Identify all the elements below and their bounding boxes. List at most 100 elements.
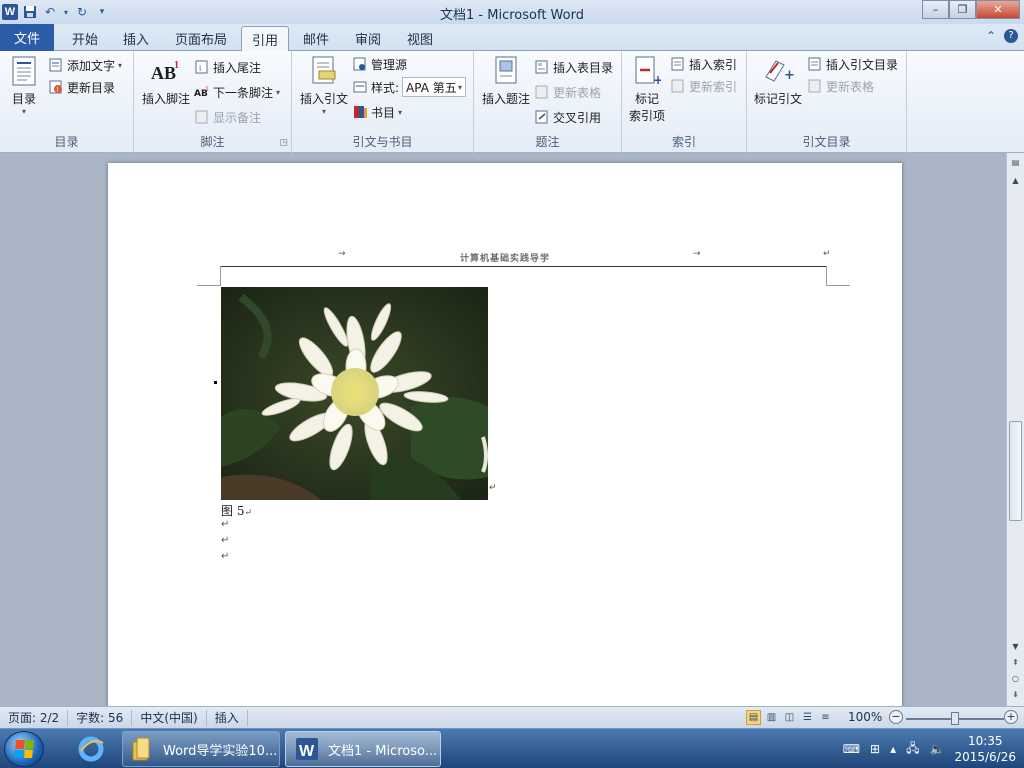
update-toa-button[interactable]: 更新表格 [807,76,874,96]
insert-footnote-button[interactable]: AB 1 插入脚注 [140,55,192,107]
svg-text:!: ! [56,86,59,94]
ruler-toggle-icon[interactable]: ▤ [1009,155,1022,169]
undo-dropdown-icon[interactable]: ▾ [62,4,70,20]
close-button[interactable]: ✕ [976,0,1020,19]
update-index-icon [670,78,686,94]
tab-view[interactable]: 视图 [397,26,443,51]
word-app-icon[interactable]: W [2,4,18,20]
show-notes-button[interactable]: 显示备注 [194,107,261,127]
next-footnote-button[interactable]: AB 1 下一条脚注 ▾ [194,82,280,102]
cross-reference-button[interactable]: 交叉引用 [534,107,601,127]
insert-caption-label: 插入题注 [481,92,530,106]
ime-icon[interactable]: ⊞ [870,742,880,756]
clock-date: 2015/6/26 [954,750,1016,764]
word-count[interactable]: 字数: 56 [68,709,133,726]
style-combo[interactable]: APA 第五 ▾ [402,77,467,97]
tab-page-layout[interactable]: 页面布局 [164,26,238,51]
web-layout-icon[interactable]: ◫ [782,710,797,725]
outline-view-icon[interactable]: ☰ [800,710,815,725]
clock[interactable]: 10:35 2015/6/26 [954,733,1016,765]
insert-index-icon [670,56,686,72]
zoom-level[interactable]: 100% [848,710,882,724]
add-text-icon [48,57,64,73]
insert-citation-button[interactable]: 插入引文 ▾ [298,55,350,116]
tab-references[interactable]: 引用 [241,26,289,52]
start-button[interactable] [4,731,44,767]
update-toc-icon: ! [48,79,64,95]
style-selector[interactable]: 样式: APA 第五 ▾ [352,77,467,97]
bibliography-button[interactable]: 书目 ▾ [352,102,402,122]
tab-file[interactable]: 文件 [0,24,54,51]
draft-view-icon[interactable]: ≡ [818,710,833,725]
keyboard-icon[interactable]: ⌨ [843,742,860,756]
mark-citation-button[interactable]: + 标记引文 [752,55,804,107]
save-icon[interactable] [22,4,38,20]
mark-entry-button[interactable]: + 标记 索引项 [626,55,668,124]
update-index-label: 更新索引 [689,79,738,94]
show-hidden-icons-icon[interactable]: ▴ [890,742,896,756]
taskbar-item-label: Word导学实验10... [163,743,278,759]
minimize-button[interactable]: – [922,0,949,19]
clock-time: 10:35 [967,734,1003,748]
update-table-button[interactable]: 更新表格 [534,82,601,102]
tab-home[interactable]: 开始 [60,26,110,51]
tab-insert[interactable]: 插入 [113,26,159,51]
redo-icon[interactable]: ↻ [74,4,90,20]
help-icon[interactable]: ? [1004,29,1018,43]
page-header-text[interactable]: 计算机基础实践导学 [108,251,902,264]
network-icon[interactable]: 🖧 [906,739,919,760]
taskbar-item-document1[interactable]: W 文档1 - Microso... [285,731,441,767]
update-table-icon [534,84,550,100]
insert-endnote-button[interactable]: i 插入尾注 [194,57,261,77]
taskbar-item-word-guide[interactable]: Word导学实验10... [122,731,280,767]
footnote-icon: AB 1 [150,55,182,87]
zoom-slider-thumb[interactable] [951,712,959,725]
insert-index-button[interactable]: 插入索引 [670,54,737,74]
next-page-icon[interactable]: ⇟ [1009,687,1022,701]
scroll-up-icon[interactable]: ▲ [1009,173,1022,187]
print-layout-view-icon[interactable]: ▤ [746,710,761,725]
scroll-down-icon[interactable]: ▼ [1009,639,1022,653]
bibliography-icon [352,104,368,120]
chrysanthemum-photo[interactable] [221,287,488,500]
undo-icon[interactable]: ↶ [42,4,58,20]
insert-caption-button[interactable]: 插入题注 [480,55,532,107]
ribbon-tabs: 文件 开始 插入 页面布局 引用 邮件 审阅 视图 ⌃ ? [0,24,1024,52]
full-screen-reading-icon[interactable]: ▥ [764,710,779,725]
update-index-button[interactable]: 更新索引 [670,76,737,96]
document-page[interactable]: → 计算机基础实践导学 → ↵ ↵ 图 5↵ ↵ ↵ ↵ [108,163,902,706]
insert-table-of-figures-button[interactable]: 插入表目录 [534,57,613,77]
add-text-button[interactable]: 添加文字 ▾ [48,55,122,75]
zoom-out-icon[interactable]: − [889,710,903,724]
mark-entry-label-1: 标记 [634,92,659,106]
customize-qat-icon[interactable]: ▾ [94,4,110,20]
group-index-label: 索引 [671,135,696,149]
page-count[interactable]: 页面: 2/2 [0,709,69,726]
select-browse-object-icon[interactable]: ○ [1009,671,1022,685]
toc-button[interactable]: 目录 ▾ [8,55,40,116]
collapse-ribbon-icon[interactable]: ⌃ [986,29,996,43]
previous-page-icon[interactable]: ⇞ [1009,655,1022,669]
update-toc-button[interactable]: ! 更新目录 [48,77,115,97]
header-corner-right [826,266,850,286]
maximize-button[interactable]: ❐ [949,0,976,19]
tab-review[interactable]: 审阅 [345,26,391,51]
scrollbar-thumb[interactable] [1009,421,1022,521]
svg-text:W: W [299,743,315,760]
vertical-scrollbar[interactable]: ▤ ▲ ▼ ⇞ ○ ⇟ [1006,153,1024,706]
volume-icon[interactable]: 🔈 [930,742,945,756]
language-indicator[interactable]: 中文(中国) [132,709,207,726]
style-value: APA 第五 [406,80,457,95]
footnotes-launcher-icon[interactable]: ◳ [279,138,288,148]
figure-caption[interactable]: 图 5↵ [221,502,252,519]
style-label: 样式: [371,80,400,95]
insert-mode[interactable]: 插入 [207,709,248,726]
group-index: + 标记 索引项 插入索引 更新索引 索引 [622,51,747,153]
ie-browser-icon[interactable] [70,733,112,765]
tab-mailings[interactable]: 邮件 [293,26,339,51]
insert-toa-button[interactable]: 插入引文目录 [807,54,898,74]
show-notes-icon [194,109,210,125]
update-table-label: 更新表格 [553,85,602,100]
zoom-in-icon[interactable]: + [1004,710,1018,724]
manage-sources-button[interactable]: 管理源 [352,54,407,74]
